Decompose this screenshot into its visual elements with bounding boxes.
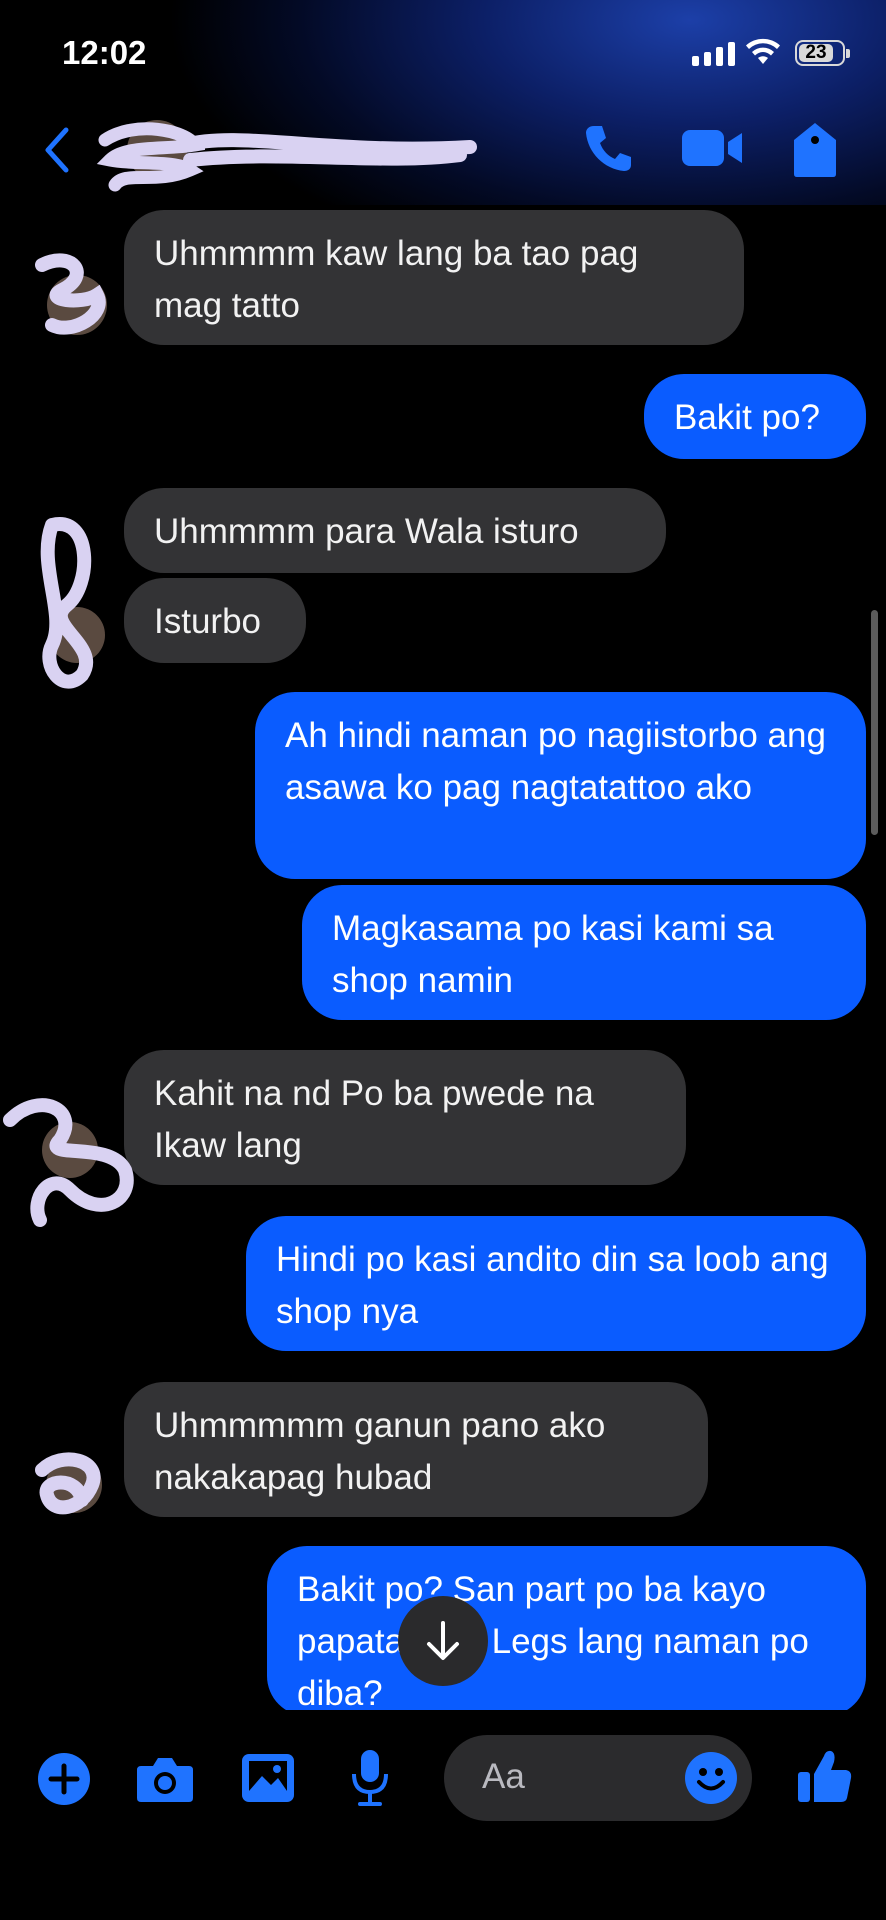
message-bubble-incoming[interactable]: Isturbo [124,578,306,663]
message-bubble-incoming[interactable]: Uhmmmm kaw lang ba tao pag mag tatto [124,210,744,345]
sender-avatar[interactable] [22,505,117,705]
message-bubble-outgoing[interactable]: Bakit po? San part po ba kayo papatattoo… [267,1546,866,1716]
chevron-left-icon[interactable] [40,122,74,178]
message-bubble-outgoing[interactable]: Hindi po kasi andito din sa loob ang sho… [246,1216,866,1351]
thumbs-up-icon[interactable] [796,1746,854,1806]
wifi-icon [746,38,780,64]
smiley-icon[interactable] [684,1751,738,1805]
message-text: Uhmmmmm ganun pano ako nakakapag hubad [154,1406,606,1497]
message-bubble-outgoing[interactable]: Magkasama po kasi kami sa shop namin [302,885,866,1020]
message-text: Bakit po? [674,398,820,437]
redacted-name-scribble [180,133,477,167]
message-bubble-outgoing[interactable]: Bakit po? [644,374,866,459]
scrollbar[interactable] [871,610,878,835]
image-icon[interactable] [240,1750,296,1806]
message-text: Isturbo [154,602,261,641]
message-input-placeholder: Aa [482,1757,525,1796]
message-bubble-incoming[interactable]: Kahit na nd Po ba pwede na Ikaw lang [124,1050,686,1185]
conversation-header [0,100,886,205]
message-text: Bakit po? San part po ba kayo papatattoo… [297,1570,809,1713]
status-bar: 12:02 23 [0,0,886,100]
message-input[interactable]: Aa [444,1735,752,1821]
microphone-icon[interactable] [350,1748,390,1808]
camera-icon[interactable] [135,1752,195,1806]
message-text: Uhmmmm kaw lang ba tao pag mag tatto [154,234,639,325]
arrow-down-icon [427,1621,459,1660]
message-text: Uhmmmm para Wala isturo [154,512,579,551]
composer-bar: Aa [0,1710,886,1920]
scroll-to-bottom-button[interactable] [398,1596,488,1686]
battery-level: 23 [799,43,833,62]
message-text: Ah hindi naman po nagiistorbo ang asawa … [285,716,826,807]
sender-avatar[interactable] [22,1440,117,1530]
tag-icon[interactable] [790,120,840,180]
sender-avatar[interactable] [0,1080,135,1240]
sender-avatar[interactable] [22,245,117,345]
message-text: Magkasama po kasi kami sa shop namin [332,909,774,1000]
battery-icon: 23 [795,40,850,66]
message-bubble-outgoing[interactable]: Ah hindi naman po nagiistorbo ang asawa … [255,692,866,879]
phone-icon[interactable] [580,120,636,176]
cellular-signal-icon [692,42,735,66]
message-text: Hindi po kasi andito din sa loob ang sho… [276,1240,829,1331]
video-camera-icon[interactable] [680,120,746,176]
status-time: 12:02 [62,34,147,71]
message-text: Kahit na nd Po ba pwede na Ikaw lang [154,1074,594,1165]
plus-icon[interactable] [37,1752,91,1806]
message-bubble-incoming[interactable]: Uhmmmm para Wala isturo [124,488,666,573]
message-bubble-incoming[interactable]: Uhmmmmm ganun pano ako nakakapag hubad [124,1382,708,1517]
